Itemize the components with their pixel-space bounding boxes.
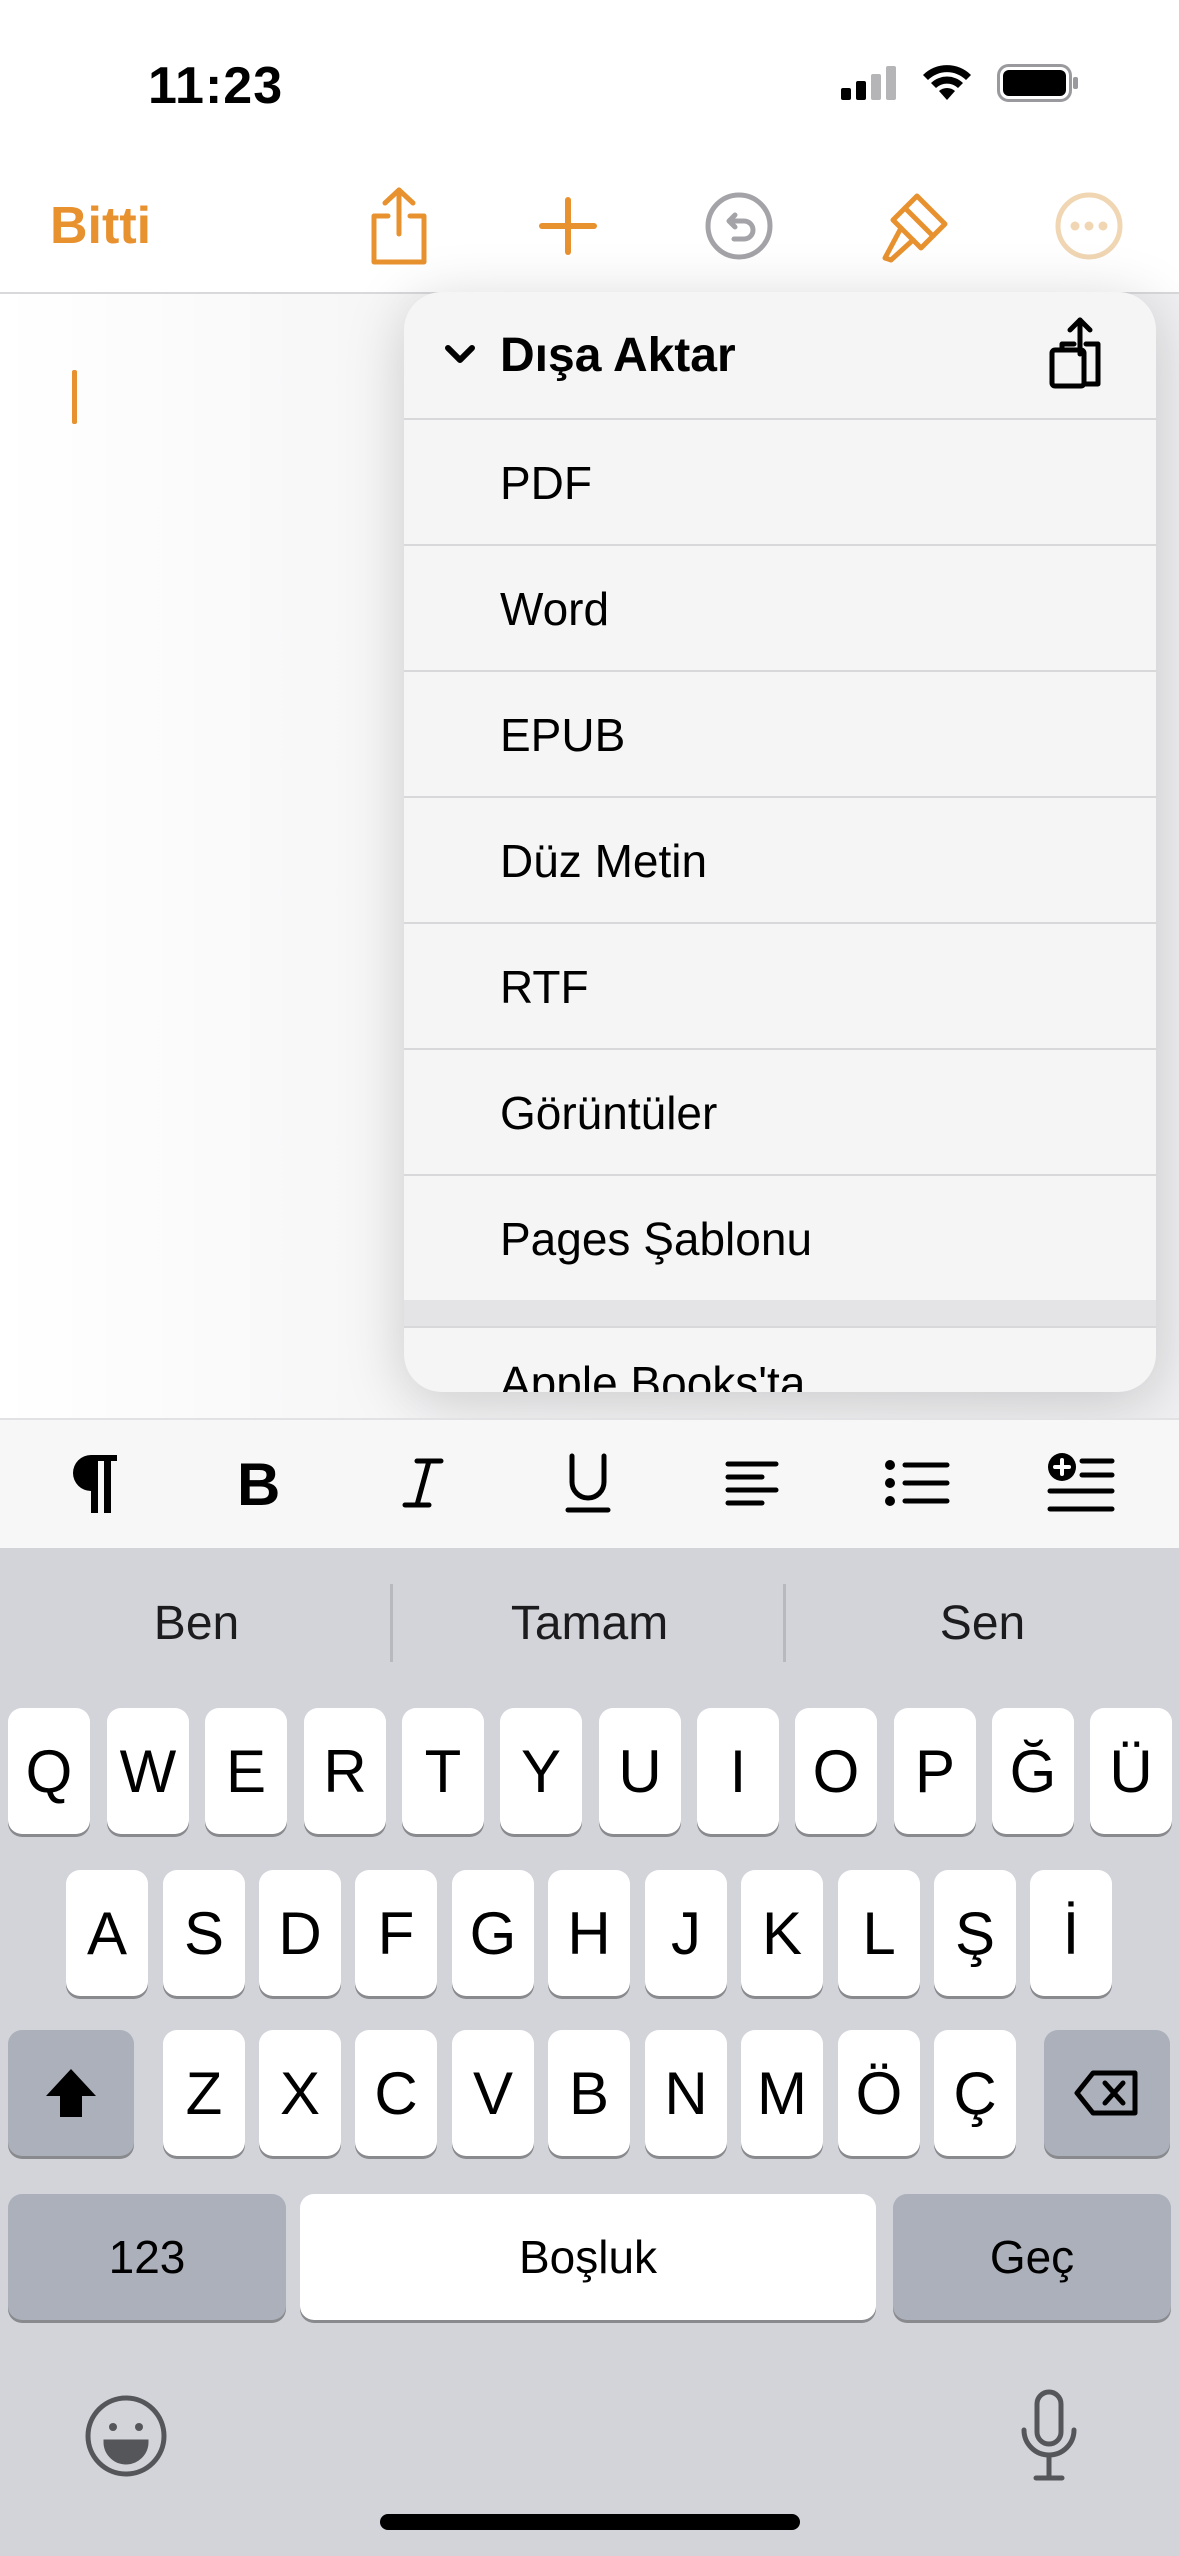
keyboard: Ben Tamam Sen Q W E R T Y U I O P Ğ Ü A … (0, 1548, 1179, 2556)
key-d[interactable]: D (259, 1870, 341, 1996)
underline-icon[interactable] (543, 1438, 633, 1528)
export-pages-template[interactable]: Pages Şablonu (404, 1176, 1156, 1300)
key-e[interactable]: E (205, 1708, 287, 1834)
export-menu-title: Dışa Aktar (500, 329, 736, 382)
numbers-key[interactable]: 123 (8, 2194, 286, 2320)
battery-icon (997, 64, 1078, 102)
export-word[interactable]: Word (404, 546, 1156, 672)
paragraph-style-icon[interactable] (50, 1438, 140, 1528)
suggestion-3[interactable]: Sen (786, 1548, 1179, 1698)
delete-key[interactable] (1044, 2030, 1170, 2156)
key-j[interactable]: J (645, 1870, 727, 1996)
more-icon[interactable] (1047, 184, 1131, 268)
backspace-icon (1074, 2070, 1138, 2116)
suggestion-2[interactable]: Tamam (393, 1548, 786, 1698)
menu-divider (404, 1300, 1156, 1328)
shift-key[interactable] (8, 2030, 134, 2156)
key-m[interactable]: M (741, 2030, 823, 2156)
publish-apple-books[interactable]: Apple Books'ta (404, 1328, 1156, 1392)
key-x[interactable]: X (259, 2030, 341, 2156)
key-b[interactable]: B (548, 2030, 630, 2156)
done-button[interactable]: Bitti (50, 196, 151, 256)
status-time: 11:23 (148, 57, 284, 115)
shift-icon (46, 2069, 96, 2117)
align-left-icon[interactable] (707, 1438, 797, 1528)
key-u[interactable]: U (599, 1708, 681, 1834)
key-s-cedilla[interactable]: Ş (934, 1870, 1016, 1996)
key-a[interactable]: A (66, 1870, 148, 1996)
emoji-icon[interactable] (84, 2394, 168, 2483)
key-h[interactable]: H (548, 1870, 630, 1996)
wifi-icon (923, 65, 971, 100)
key-k[interactable]: K (741, 1870, 823, 1996)
key-t[interactable]: T (402, 1708, 484, 1834)
key-v[interactable]: V (452, 2030, 534, 2156)
key-r[interactable]: R (304, 1708, 386, 1834)
svg-text:B: B (237, 1455, 280, 1511)
key-i[interactable]: I (697, 1708, 779, 1834)
export-menu: Dışa Aktar PDF Word EPUB Düz Metin RTF G… (404, 292, 1156, 1392)
format-bar: B (0, 1418, 1179, 1550)
key-q[interactable]: Q (8, 1708, 90, 1834)
share-icon[interactable] (357, 184, 441, 268)
key-u-umlaut[interactable]: Ü (1090, 1708, 1172, 1834)
export-share-icon (1049, 317, 1101, 389)
key-n[interactable]: N (645, 2030, 727, 2156)
key-c[interactable]: C (355, 2030, 437, 2156)
microphone-icon[interactable] (1016, 2388, 1082, 2489)
export-pdf[interactable]: PDF (404, 420, 1156, 546)
key-g[interactable]: G (452, 1870, 534, 1996)
key-s[interactable]: S (163, 1870, 245, 1996)
insert-icon[interactable] (1036, 1438, 1126, 1528)
space-key[interactable]: Boşluk (300, 2194, 876, 2320)
home-indicator (380, 2514, 800, 2530)
export-rtf[interactable]: RTF (404, 924, 1156, 1050)
export-epub[interactable]: EPUB (404, 672, 1156, 798)
italic-icon[interactable] (378, 1438, 468, 1528)
export-menu-header[interactable]: Dışa Aktar (404, 292, 1156, 420)
key-y[interactable]: Y (500, 1708, 582, 1834)
return-key[interactable]: Geç (893, 2194, 1171, 2320)
key-g-breve[interactable]: Ğ (992, 1708, 1074, 1834)
key-o-umlaut[interactable]: Ö (838, 2030, 920, 2156)
key-c-cedilla[interactable]: Ç (934, 2030, 1016, 2156)
cellular-signal-icon (841, 66, 896, 100)
plus-icon[interactable] (526, 184, 610, 268)
key-w[interactable]: W (107, 1708, 189, 1834)
key-p[interactable]: P (894, 1708, 976, 1834)
key-o[interactable]: O (795, 1708, 877, 1834)
text-cursor (72, 370, 77, 424)
export-plain-text[interactable]: Düz Metin (404, 798, 1156, 924)
chevron-down-icon (445, 345, 475, 363)
paintbrush-icon[interactable] (873, 184, 957, 268)
key-f[interactable]: F (355, 1870, 437, 1996)
key-i-dotted[interactable]: İ (1030, 1870, 1112, 1996)
key-z[interactable]: Z (163, 2030, 245, 2156)
undo-icon[interactable] (697, 184, 781, 268)
status-icons (841, 64, 1079, 102)
suggestion-1[interactable]: Ben (0, 1548, 393, 1698)
export-images[interactable]: Görüntüler (404, 1050, 1156, 1176)
document-toolbar: Bitti (0, 160, 1179, 294)
bullet-list-icon[interactable] (872, 1438, 962, 1528)
key-l[interactable]: L (838, 1870, 920, 1996)
status-bar: 11:23 (0, 0, 1179, 160)
bold-icon[interactable]: B (214, 1438, 304, 1528)
